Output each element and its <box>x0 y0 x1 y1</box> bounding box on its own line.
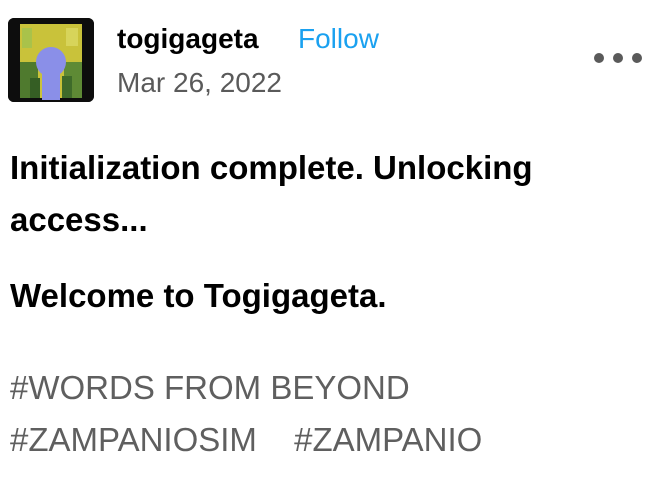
tag-link[interactable]: #WORDS FROM BEYOND <box>10 362 410 414</box>
more-options-button[interactable] <box>594 44 642 72</box>
tag-link[interactable]: #ZAMPANIO <box>294 414 482 466</box>
author-name-link[interactable]: togigageta <box>117 22 259 56</box>
ellipsis-icon <box>632 53 642 63</box>
post-body: Initialization complete. Unlocking acces… <box>10 142 630 322</box>
tag-list: #WORDS FROM BEYOND #ZAMPANIOSIM #ZAMPANI… <box>10 362 640 466</box>
ellipsis-icon <box>613 53 623 63</box>
post-card: togigageta Follow Mar 26, 2022 Initializ… <box>0 0 650 499</box>
tag-row: #WORDS FROM BEYOND <box>10 362 640 414</box>
ellipsis-icon <box>594 53 604 63</box>
post-paragraph: Welcome to Togigageta. <box>10 277 387 314</box>
author-avatar[interactable] <box>8 18 94 102</box>
keyhole-avatar-icon <box>8 18 94 102</box>
post-paragraph: Initialization complete. Unlocking acces… <box>10 149 533 238</box>
tag-row: #ZAMPANIOSIM #ZAMPANIO <box>10 414 640 466</box>
tag-link[interactable]: #ZAMPANIOSIM <box>10 414 257 466</box>
post-date[interactable]: Mar 26, 2022 <box>117 66 282 100</box>
follow-button[interactable]: Follow <box>298 22 379 56</box>
